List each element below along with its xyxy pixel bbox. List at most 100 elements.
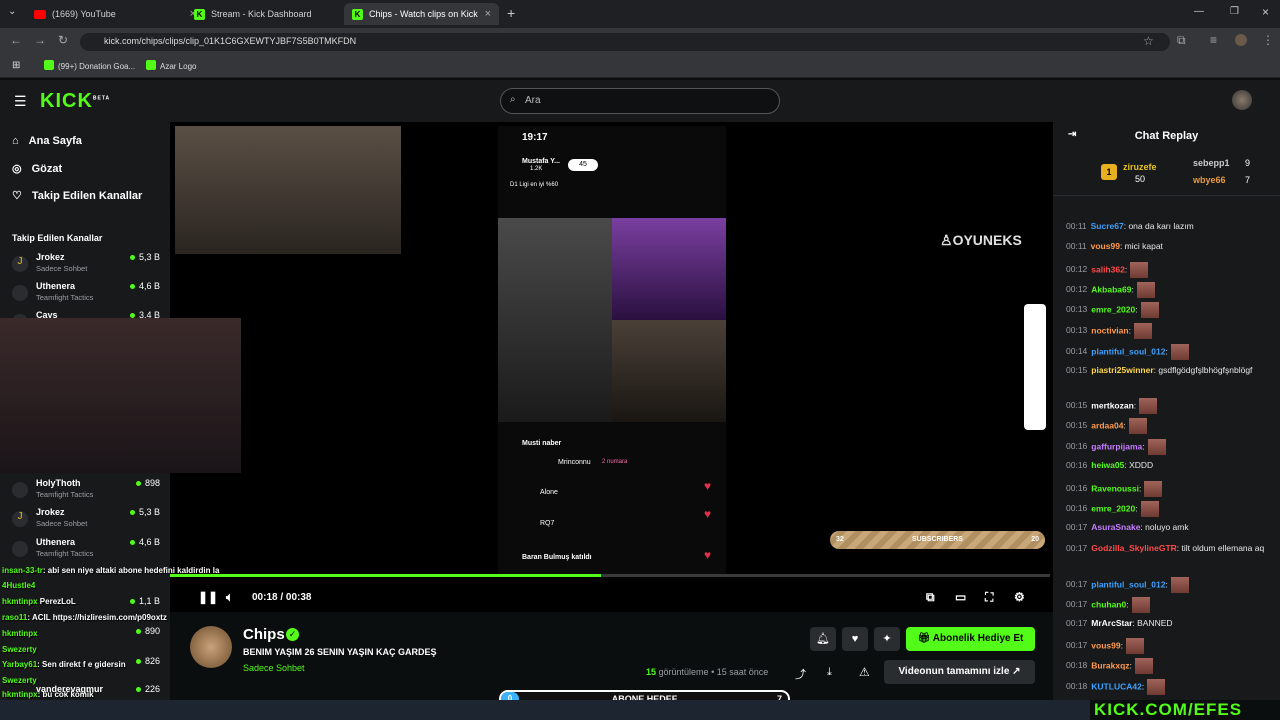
url-input[interactable]: kick.com/chips/clips/clip_01K1C6GXEWTYJB… bbox=[80, 33, 1170, 51]
channel-item[interactable]: J Jrokez Sadece Sohbet 5,3 B bbox=[10, 252, 160, 280]
chat-username[interactable]: Burakxqz bbox=[1091, 660, 1129, 670]
tab-list-icon[interactable]: ⌄ bbox=[8, 6, 16, 17]
chat-username[interactable]: Godzilla_SkylineGTR bbox=[1091, 543, 1177, 553]
new-tab-button[interactable]: + bbox=[507, 5, 515, 21]
bookmark-star-icon[interactable]: ☆ bbox=[1143, 34, 1154, 48]
watch-full-video-button[interactable]: Videonun tamamını izle ↗ bbox=[884, 660, 1035, 684]
stream-category[interactable]: Sadece Sohbet bbox=[243, 663, 305, 673]
user-avatar[interactable] bbox=[1232, 90, 1252, 110]
chat-username[interactable]: KUTLUCA42 bbox=[1091, 681, 1142, 691]
emote-icon bbox=[1140, 501, 1159, 517]
chat-username[interactable]: salih362 bbox=[1091, 264, 1125, 274]
chat-username[interactable]: Ravenoussi bbox=[1091, 483, 1139, 493]
chat-username[interactable]: gaffurpijama bbox=[1091, 441, 1142, 451]
media-icon[interactable]: ≡ bbox=[1210, 33, 1217, 47]
sparkle-button[interactable]: ✦ bbox=[874, 627, 900, 651]
chat-text: : BANNED bbox=[1132, 618, 1173, 628]
chat-timestamp: 00:15 bbox=[1066, 420, 1088, 431]
side-tool-panel[interactable] bbox=[1024, 304, 1046, 430]
apps-icon[interactable]: ⊞ bbox=[12, 60, 20, 71]
chat-timestamp: 00:18 bbox=[1066, 660, 1088, 671]
report-icon[interactable]: ⚠ bbox=[859, 665, 870, 679]
viewer-count: 4,6 B bbox=[130, 537, 160, 547]
channel-item[interactable]: J Jrokez Sadece Sohbet 5,3 B bbox=[10, 507, 160, 535]
heart-icon: ♥ bbox=[704, 507, 712, 521]
settings-icon[interactable]: ⚙ bbox=[1014, 590, 1025, 604]
chat-username[interactable]: vous99 bbox=[1091, 640, 1120, 650]
video-progress-bar[interactable] bbox=[170, 574, 1050, 577]
tab-chips-clip[interactable]: K Chips - Watch clips on Kick × bbox=[344, 3, 499, 25]
minimize-button[interactable]: — bbox=[1194, 6, 1204, 17]
chat-username[interactable]: MrArcStar bbox=[1091, 618, 1132, 628]
notification-bell-button[interactable]: 🔔︎ bbox=[810, 627, 836, 651]
browser-tab-bar: ⌄ (1669) YouTube × K Stream - Kick Dashb… bbox=[0, 0, 1280, 28]
chat-username[interactable]: Akbaba69 bbox=[1091, 284, 1131, 294]
chat-username[interactable]: emre_2020 bbox=[1091, 503, 1135, 513]
download-icon[interactable]: ⤓ bbox=[827, 666, 832, 679]
back-icon[interactable]: ← bbox=[10, 33, 22, 47]
viewer-count: 898 bbox=[136, 478, 160, 488]
chat-username[interactable]: emre_2020 bbox=[1091, 304, 1135, 314]
phone-comment-badge: 2 numara bbox=[602, 459, 628, 465]
forward-icon[interactable]: → bbox=[34, 33, 46, 47]
emote-icon bbox=[1128, 418, 1147, 434]
chat-username[interactable]: piastri25winner bbox=[1091, 365, 1153, 375]
chat-username[interactable]: AsuraSnake bbox=[1091, 522, 1140, 532]
volume-icon[interactable]: 🔈︎ bbox=[226, 590, 233, 605]
chat-username[interactable]: vous99 bbox=[1091, 241, 1120, 251]
viewer-count: 890 bbox=[136, 626, 160, 636]
subscribers-left-count: 32 bbox=[836, 536, 844, 543]
chat-text: : tilt oldum ellemana aq bbox=[1176, 543, 1265, 553]
channel-item[interactable]: HolyThoth Teamfight Tactics 898 bbox=[10, 478, 160, 506]
channel-item[interactable]: Uthenera Teamfight Tactics 4,6 B bbox=[10, 281, 160, 309]
nav-home[interactable]: ⌂ Ana Sayfa bbox=[12, 135, 82, 147]
maximize-button[interactable]: ❐ bbox=[1230, 6, 1239, 17]
tab-kick-dashboard[interactable]: K Stream - Kick Dashboard × bbox=[186, 3, 364, 25]
gift-subscription-button[interactable]: 🎁︎ Abonelik Hediye Et bbox=[906, 627, 1035, 651]
leader-value: 9 bbox=[1245, 158, 1251, 168]
fullscreen-icon[interactable]: ⛶ bbox=[985, 590, 993, 605]
pause-button[interactable]: ❚❚ bbox=[198, 590, 218, 604]
channel-avatar[interactable] bbox=[190, 626, 232, 668]
channel-title[interactable]: Chips bbox=[243, 626, 285, 643]
viewer-count: 5,3 B bbox=[130, 252, 160, 262]
kick-icon: K bbox=[352, 8, 363, 20]
chat-username[interactable]: plantiful_soul_012 bbox=[1091, 579, 1165, 589]
chat-username[interactable]: chuhan0 bbox=[1091, 599, 1126, 609]
pip-icon[interactable]: ⧉ bbox=[926, 590, 935, 605]
channel-item[interactable]: Uthenera Teamfight Tactics 4,6 B bbox=[10, 537, 160, 565]
viewer-count: 4,6 B bbox=[130, 281, 160, 291]
section-title: Takip Edilen Kanallar bbox=[12, 233, 103, 243]
chat-username[interactable]: heiwa05 bbox=[1091, 460, 1124, 470]
nav-browse[interactable]: ◎ Gözat bbox=[12, 162, 62, 176]
window-close-button[interactable]: × bbox=[1262, 5, 1269, 19]
close-icon[interactable]: × bbox=[485, 8, 491, 20]
phone-host-message: Musti naber bbox=[522, 440, 562, 447]
share-icon[interactable]: ⤴ bbox=[795, 666, 806, 682]
chat-text: : ona da karı lazım bbox=[1123, 221, 1194, 231]
theater-mode-icon[interactable]: ▭ bbox=[955, 590, 966, 604]
follow-heart-button[interactable]: ♥ bbox=[842, 627, 868, 651]
chat-username[interactable]: ardaa04 bbox=[1091, 420, 1123, 430]
chat-username[interactable]: noctivian bbox=[1091, 325, 1128, 335]
tab-youtube[interactable]: (1669) YouTube × bbox=[26, 3, 204, 25]
phone-screen-mirror: 19:17 Mustafa Y... 1.2K 45 D1 Ligi en iy… bbox=[498, 126, 726, 576]
reload-icon[interactable]: ↻ bbox=[58, 33, 68, 47]
nav-following[interactable]: ♡ Takip Edilen Kanallar bbox=[12, 189, 142, 203]
chat-username[interactable]: mertkozan bbox=[1091, 400, 1134, 410]
emote-icon bbox=[1139, 398, 1158, 414]
extensions-icon[interactable]: ⧉ bbox=[1177, 33, 1186, 48]
kick-logo[interactable]: KICKBETA bbox=[40, 90, 110, 113]
bookmark-azar-logo[interactable]: Azar Logo bbox=[160, 62, 196, 71]
chat-username[interactable]: Sucre67 bbox=[1091, 221, 1124, 231]
menu-icon[interactable]: ⋮ bbox=[1262, 33, 1274, 47]
gift-leaderboard: 1 ziruzefe 50 sebepp1 9 wbye66 7 bbox=[1053, 150, 1280, 196]
leader-value: 7 bbox=[1245, 175, 1251, 185]
profile-avatar[interactable] bbox=[1235, 34, 1247, 46]
emote-icon bbox=[1144, 481, 1163, 497]
search-input[interactable]: ⌕ Ara bbox=[500, 88, 780, 114]
collapse-chat-icon[interactable]: ⇥ bbox=[1068, 129, 1076, 140]
hamburger-menu-icon[interactable]: ☰ bbox=[14, 93, 27, 110]
bookmark-donation[interactable]: (99+) Donation Goa... bbox=[58, 62, 135, 71]
chat-username[interactable]: plantiful_soul_012 bbox=[1091, 346, 1165, 356]
